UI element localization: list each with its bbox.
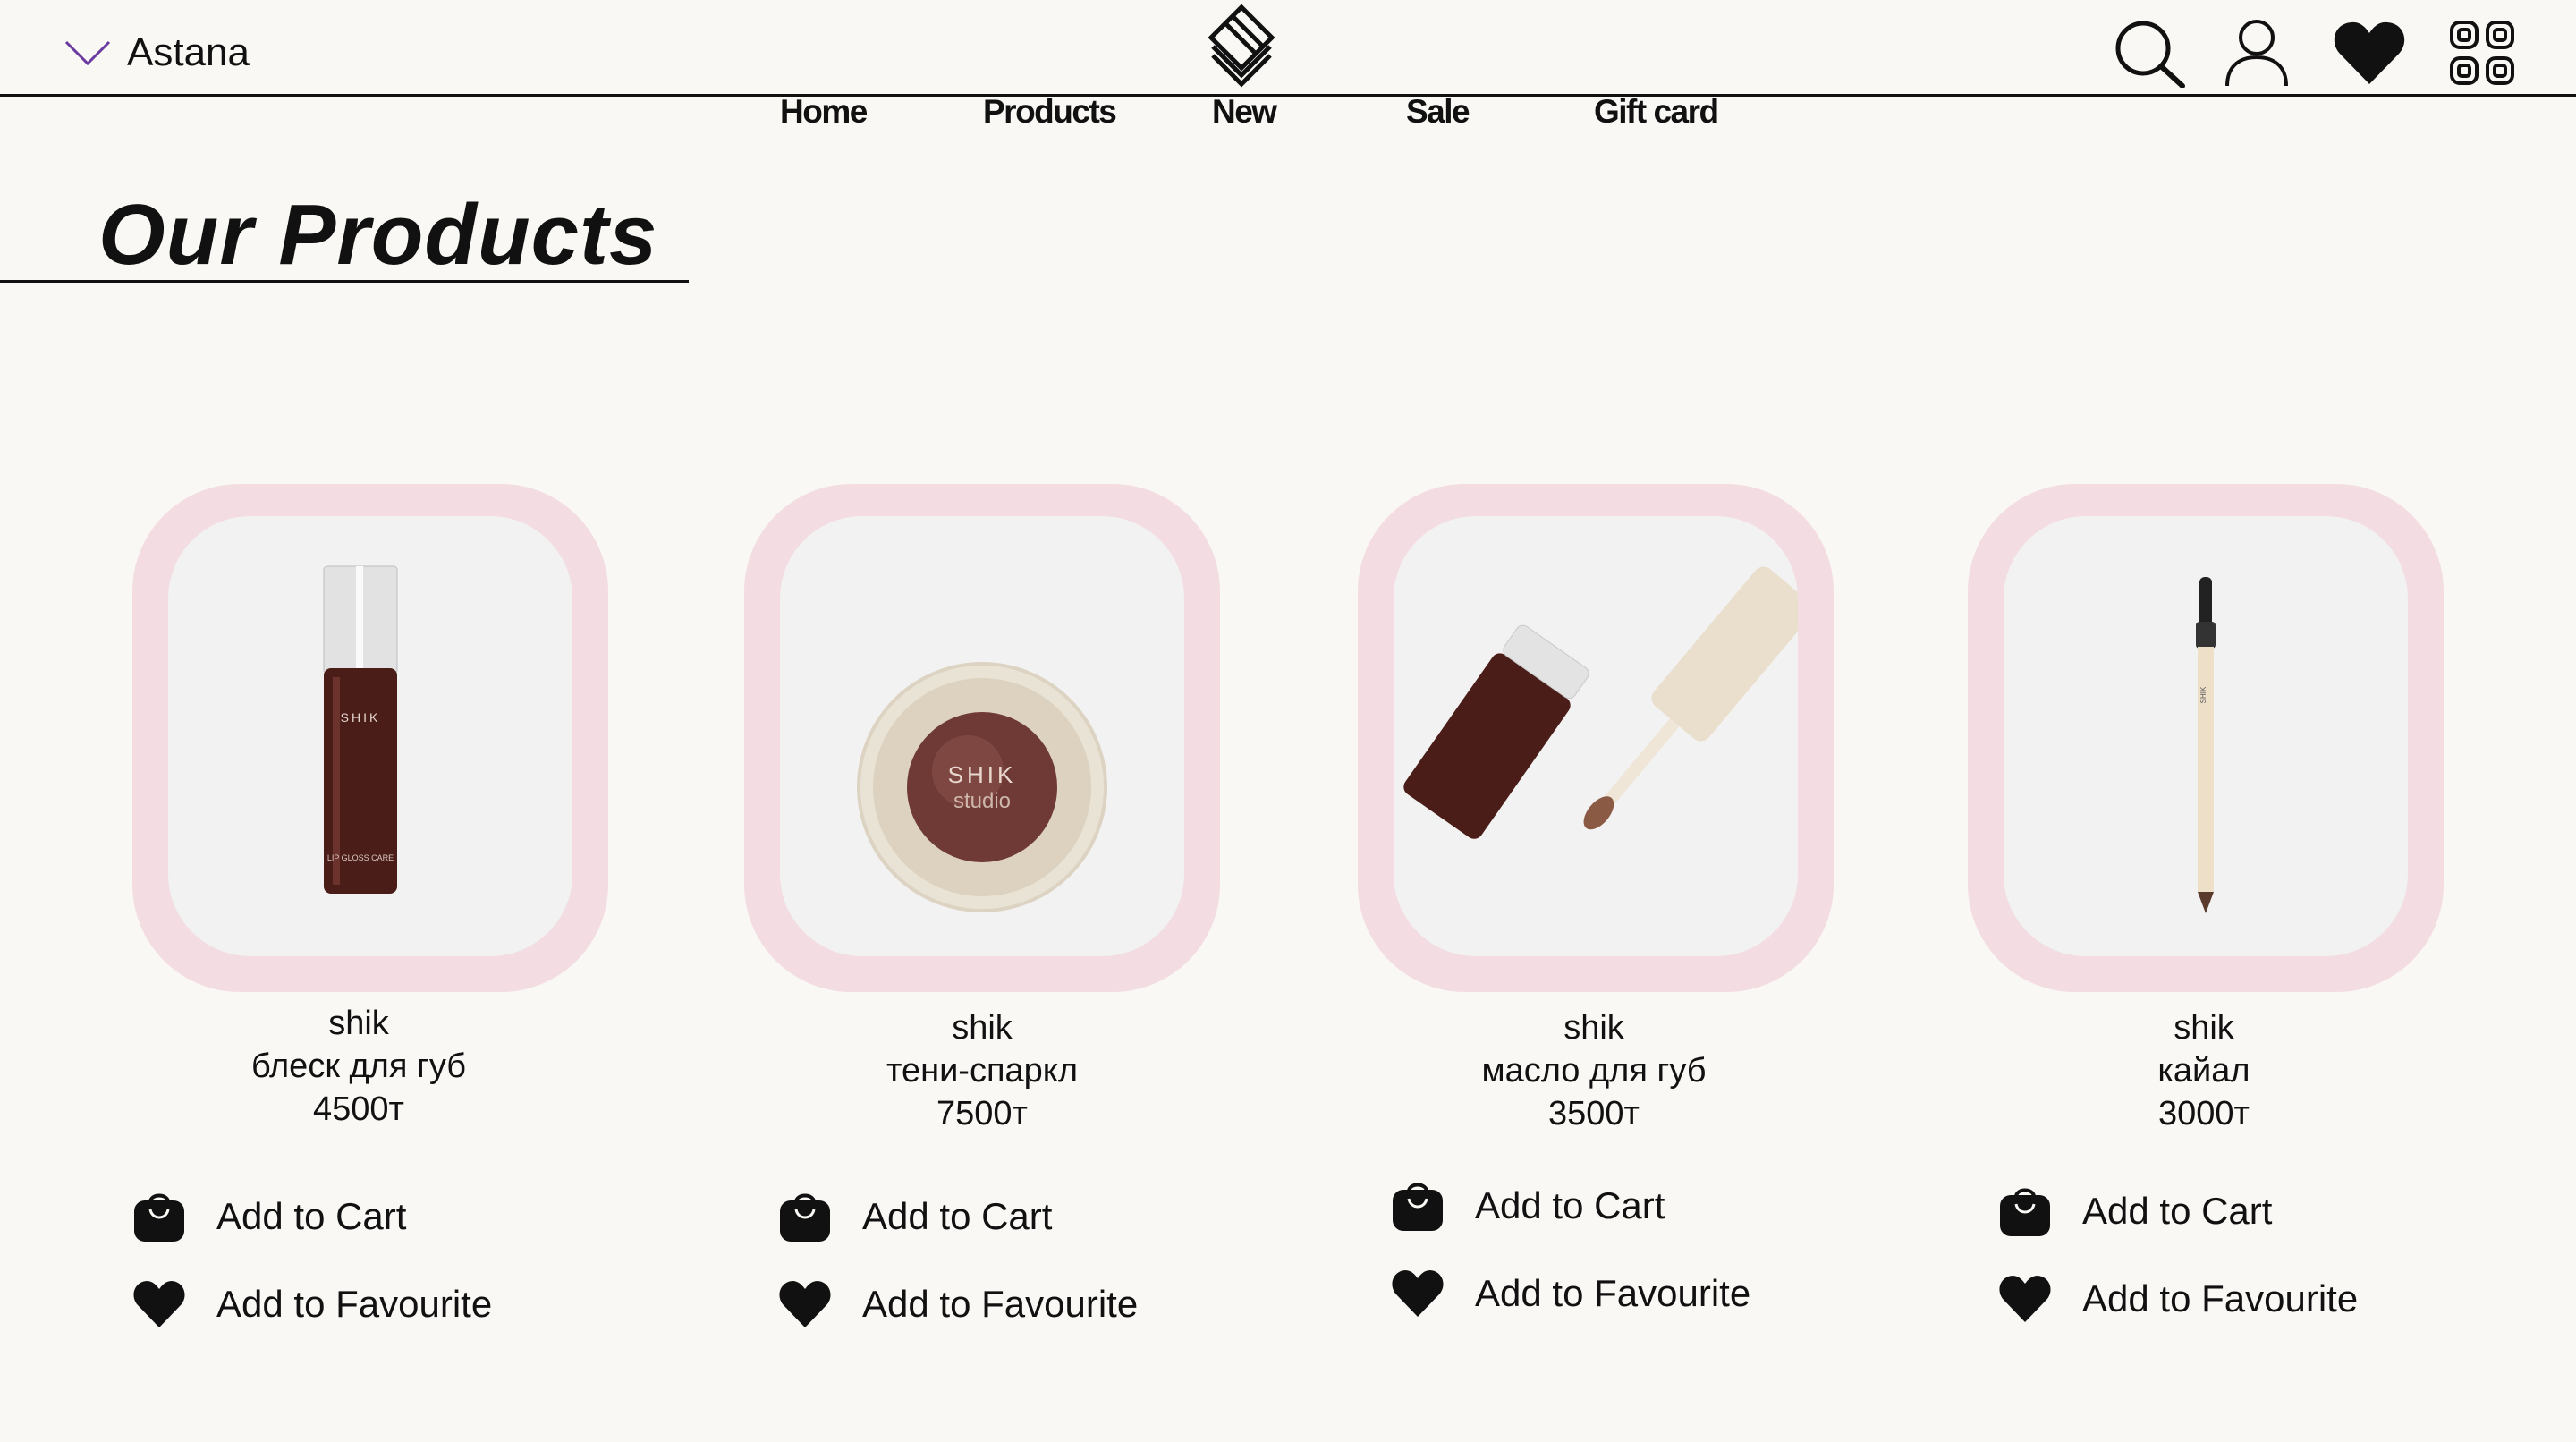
add-to-favourite-label: Add to Favourite bbox=[862, 1283, 1139, 1325]
nav-new[interactable]: New bbox=[1212, 93, 1277, 131]
shopping-bag-icon bbox=[2000, 1188, 2050, 1236]
nav-home[interactable]: Home bbox=[780, 93, 868, 131]
product-brand: shik bbox=[952, 1009, 1013, 1047]
user-account-icon[interactable] bbox=[2224, 18, 2290, 88]
product-name: тени-спаркл bbox=[886, 1052, 1079, 1090]
header-divider bbox=[0, 94, 2576, 97]
product-price: 3500т bbox=[1548, 1095, 1640, 1132]
city-selector[interactable]: Astana bbox=[64, 30, 250, 75]
add-to-favourite-button-4[interactable]: Add to Favourite bbox=[1998, 1272, 2358, 1326]
shopping-bag-icon bbox=[1393, 1183, 1443, 1231]
apps-grid-icon[interactable] bbox=[2449, 20, 2515, 86]
product-name: кайал bbox=[2157, 1052, 2250, 1090]
product-brand: shik bbox=[1563, 1009, 1624, 1047]
search-icon[interactable] bbox=[2113, 18, 2186, 88]
product-price: 3000т bbox=[2158, 1095, 2250, 1132]
heart-icon bbox=[1999, 1276, 2051, 1322]
nav-products[interactable]: Products bbox=[983, 93, 1117, 131]
product-card-1[interactable]: SHIK LIP GLOSS CARE bbox=[132, 484, 608, 992]
shopping-bag-icon bbox=[134, 1193, 184, 1242]
shopping-bag-icon bbox=[780, 1193, 830, 1242]
product-info-1: shik блеск для губ 4500т bbox=[121, 1002, 597, 1131]
product-card-2[interactable]: SHIK studio bbox=[744, 484, 1220, 992]
add-to-favourite-label: Add to Favourite bbox=[1475, 1272, 1751, 1314]
add-to-cart-button-2[interactable]: Add to Cart bbox=[778, 1190, 1052, 1243]
svg-text:LIP GLOSS CARE: LIP GLOSS CARE bbox=[327, 853, 394, 862]
brand-logo-icon[interactable] bbox=[1206, 4, 1277, 89]
add-to-cart-label: Add to Cart bbox=[2082, 1190, 2273, 1232]
product-name: блеск для губ bbox=[250, 1048, 467, 1085]
product-brand: shik bbox=[328, 1005, 389, 1042]
product-card-3[interactable] bbox=[1358, 484, 1834, 992]
add-to-cart-label: Add to Cart bbox=[1475, 1184, 1665, 1226]
kajal-pencil-image: SHIK bbox=[2196, 577, 2216, 913]
add-to-cart-button-1[interactable]: Add to Cart bbox=[132, 1190, 406, 1243]
nav-sale[interactable]: Sale bbox=[1406, 93, 1470, 131]
product-info-4: shik кайал 3000т bbox=[1966, 1006, 2442, 1135]
lip-gloss-image: SHIK LIP GLOSS CARE bbox=[323, 565, 398, 894]
lip-oil-image bbox=[1403, 566, 1798, 839]
add-to-cart-button-4[interactable]: Add to Cart bbox=[1998, 1184, 2272, 1238]
city-label: Astana bbox=[127, 30, 250, 74]
heart-icon bbox=[133, 1281, 185, 1327]
svg-text:studio: studio bbox=[953, 789, 1011, 813]
svg-text:SHIK: SHIK bbox=[948, 761, 1017, 788]
product-price: 7500т bbox=[936, 1095, 1028, 1132]
page-title: Our Products bbox=[98, 187, 658, 283]
product-name: масло для губ bbox=[1481, 1052, 1707, 1090]
title-underline bbox=[0, 280, 689, 283]
add-to-cart-label: Add to Cart bbox=[216, 1195, 407, 1237]
product-info-2: shik тени-спаркл 7500т bbox=[744, 1006, 1220, 1135]
add-to-favourite-button-1[interactable]: Add to Favourite bbox=[132, 1277, 492, 1331]
add-to-cart-label: Add to Cart bbox=[862, 1195, 1053, 1237]
product-info-3: shik масло для губ 3500т bbox=[1356, 1006, 1832, 1135]
add-to-cart-button-3[interactable]: Add to Cart bbox=[1391, 1179, 1665, 1233]
favourites-heart-icon[interactable] bbox=[2333, 20, 2406, 86]
chevron-down-icon bbox=[64, 40, 111, 66]
product-card-4[interactable]: SHIK bbox=[1968, 484, 2444, 992]
add-to-favourite-button-3[interactable]: Add to Favourite bbox=[1391, 1267, 1750, 1320]
heart-icon bbox=[779, 1281, 831, 1327]
product-brand: shik bbox=[2174, 1009, 2234, 1047]
eyeshadow-image: SHIK studio bbox=[857, 662, 1107, 912]
svg-text:SHIK: SHIK bbox=[2199, 686, 2207, 703]
add-to-favourite-label: Add to Favourite bbox=[216, 1283, 493, 1325]
heart-icon bbox=[1392, 1270, 1444, 1317]
add-to-favourite-button-2[interactable]: Add to Favourite bbox=[778, 1277, 1138, 1331]
nav-gift-card[interactable]: Gift card bbox=[1594, 93, 1719, 131]
svg-text:SHIK: SHIK bbox=[341, 710, 381, 725]
add-to-favourite-label: Add to Favourite bbox=[2082, 1277, 2359, 1319]
product-price: 4500т bbox=[313, 1090, 404, 1128]
